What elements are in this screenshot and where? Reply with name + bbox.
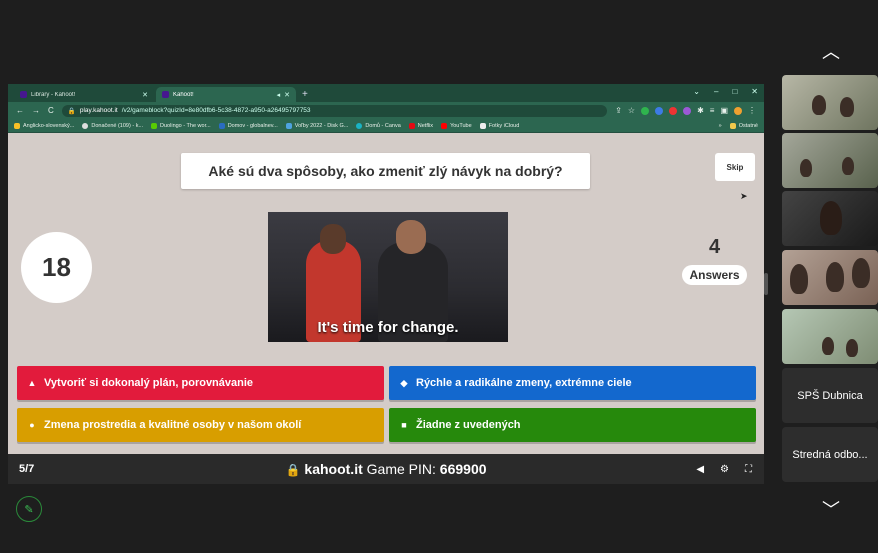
address-bar-row: ← → C 🔒 play.kahoot.it/v2/gameblock?quiz…	[8, 102, 764, 119]
game-footer: 5/7 🔒 kahoot.it Game PIN: 669900 ◀ ⚙ ⛶	[8, 454, 764, 484]
question-gif: It's time for change.	[268, 212, 508, 342]
more-bookmarks-button[interactable]: »	[719, 123, 722, 129]
other-bookmarks[interactable]: Ostatné	[729, 122, 758, 129]
lock-icon: 🔒	[67, 107, 76, 115]
square-icon: ■	[401, 420, 407, 430]
puzzle-icon[interactable]: ✱	[697, 106, 704, 115]
kahoot-game: Aké sú dva spôsoby, ako zmeniť zlý návyk…	[8, 133, 764, 484]
star-icon[interactable]: ☆	[628, 106, 635, 115]
answers-counter: 4 Answers	[675, 234, 754, 285]
answer-option-red[interactable]: ▲ Vytvoriť si dokonalý plán, porovnávani…	[17, 366, 384, 400]
avatar[interactable]	[734, 106, 742, 115]
minimize-icon[interactable]: –	[714, 87, 718, 96]
triangle-icon: ▲	[27, 378, 37, 388]
back-icon[interactable]: ←	[16, 106, 24, 115]
shared-screen: Library - Kahoot! ✕ Kahoot! ◂ ✕ + ⌄ – □ …	[8, 84, 764, 484]
close-icon[interactable]: ✕	[751, 87, 758, 96]
volume-icon[interactable]: ◀	[696, 464, 704, 475]
chevron-down-icon[interactable]: ⌄	[693, 87, 700, 96]
reading-list-icon[interactable]: ≡	[710, 106, 715, 115]
bookmark[interactable]: YouTube	[441, 122, 472, 129]
browser-tab-bar: Library - Kahoot! ✕ Kahoot! ◂ ✕ + ⌄ – □ …	[8, 84, 764, 102]
fullscreen-icon[interactable]: ⛶	[745, 464, 752, 475]
bookmark[interactable]: Fotky iCloud	[479, 122, 519, 129]
diamond-icon: ◆	[400, 377, 408, 388]
bookmark[interactable]: Voľby 2022 - Disk G...	[285, 122, 348, 129]
tab-library[interactable]: Library - Kahoot! ✕	[14, 87, 154, 102]
share-icon[interactable]: ⇪	[615, 106, 622, 115]
answer-option-yellow[interactable]: ● Zmena prostredia a kvalitné osoby v na…	[17, 408, 384, 442]
lock-icon: 🔒	[285, 463, 301, 477]
answer-label: Zmena prostredia a kvalitné osoby v našo…	[44, 419, 302, 431]
bookmark[interactable]: Duolingo - The wor...	[151, 122, 211, 129]
participant-video[interactable]	[782, 309, 878, 364]
answer-label: Vytvoriť si dokonalý plán, porovnávanie	[44, 377, 254, 389]
circle-icon: ●	[29, 420, 35, 430]
close-icon[interactable]: ✕	[142, 91, 148, 99]
bookmark[interactable]: Netflix	[408, 122, 433, 129]
kahoot-favicon	[162, 91, 169, 98]
answer-label: Rýchle a radikálne zmeny, extrémne ciele	[416, 377, 632, 389]
audio-icon: ◂	[276, 91, 281, 99]
settings-icon[interactable]: ⚙	[720, 464, 729, 475]
chevron-up-icon[interactable]: ︿	[808, 36, 854, 66]
countdown-timer: 18	[21, 232, 92, 303]
maximize-icon[interactable]: □	[732, 87, 737, 96]
extension-icon[interactable]	[641, 106, 650, 115]
bookmark[interactable]: Domů - Canva	[356, 122, 401, 129]
participant-tile[interactable]: SPŠ Dubnica	[782, 368, 878, 423]
answers-count: 4	[708, 236, 721, 258]
new-tab-button[interactable]: +	[298, 88, 312, 102]
gif-caption: It's time for change.	[317, 319, 459, 336]
pencil-icon[interactable]: ✎	[16, 496, 42, 522]
extension-icon[interactable]	[655, 106, 664, 115]
game-pin-info: 🔒 kahoot.it Game PIN: 669900	[285, 461, 487, 477]
extension-icon[interactable]	[669, 106, 678, 115]
menu-icon[interactable]: ⋮	[748, 106, 756, 115]
extensions: ⇪ ☆ ✱ ≡ ▣ ⋮	[615, 106, 756, 115]
participant-video[interactable]	[782, 250, 878, 305]
forward-icon[interactable]: →	[32, 106, 40, 115]
tab-kahoot[interactable]: Kahoot! ◂ ✕	[156, 87, 296, 102]
answer-label: Žiadne z uvedených	[416, 419, 521, 431]
bookmark[interactable]: Anglicko-slovenský...	[14, 122, 74, 129]
participant-video[interactable]	[782, 133, 878, 188]
answers-label: Answers	[682, 265, 747, 285]
bookmark[interactable]: Donačené (109) - k...	[82, 122, 143, 129]
skip-button[interactable]: Skip	[715, 153, 755, 181]
window-controls: ⌄ – □ ✕	[693, 87, 758, 96]
participant-video[interactable]	[782, 191, 878, 246]
meeting-screen: Library - Kahoot! ✕ Kahoot! ◂ ✕ + ⌄ – □ …	[0, 0, 878, 553]
sidebar-icon[interactable]: ▣	[720, 106, 728, 115]
kahoot-favicon	[20, 91, 27, 98]
close-icon[interactable]: ✕	[284, 91, 290, 99]
reload-icon[interactable]: C	[48, 106, 54, 115]
participant-tile[interactable]: Stredná odbo...	[782, 427, 878, 482]
bookmark[interactable]: Domov - globalnev...	[218, 122, 278, 129]
chevron-down-icon[interactable]: ﹀	[808, 494, 854, 524]
address-bar[interactable]: 🔒 play.kahoot.it/v2/gameblock?quizId=8e8…	[61, 104, 608, 117]
question-title: Aké sú dva spôsoby, ako zmeniť zlý návyk…	[181, 153, 590, 189]
game-controls: ◀ ⚙ ⛶	[696, 464, 752, 475]
game-pin: 669900	[439, 461, 487, 477]
participant-video[interactable]	[782, 75, 878, 130]
extension-icon[interactable]	[683, 106, 692, 115]
answer-option-blue[interactable]: ◆ Rýchle a radikálne zmeny, extrémne cie…	[389, 366, 756, 400]
mouse-cursor-icon: ➤	[740, 191, 748, 201]
bookmarks-bar: Anglicko-slovenský... Donačené (109) - k…	[8, 119, 764, 133]
answer-option-green[interactable]: ■ Žiadne z uvedených	[389, 408, 756, 442]
resize-handle[interactable]	[764, 273, 768, 295]
